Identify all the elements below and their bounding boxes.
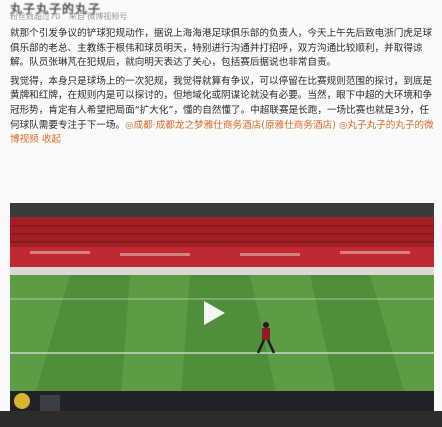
collapse-link[interactable]: 收起 [42, 134, 61, 145]
fans-count: 粉丝数超过70 [10, 12, 61, 21]
post-body: 就那个引发争议的铲球犯规动作，据说上海海港足球俱乐部的负责人，今天上午先后致电浙… [10, 27, 434, 152]
post-paragraph-1: 就那个引发争议的铲球犯规动作，据说上海海港足球俱乐部的负责人，今天上午先后致电浙… [10, 28, 433, 69]
post-meta: 粉丝数超过70 来自 微博视频号 [10, 11, 133, 22]
bottom-edge [0, 411, 442, 427]
post-paragraph-2: 我觉得，本身只是球场上的一次犯规，我觉得就算有争议，可以停留在比赛规则范围的探讨… [10, 75, 434, 148]
post-source[interactable]: 来自 微博视频号 [69, 12, 128, 21]
weibo-post-card: 丸子丸子的丸子 粉丝数超过70 来自 微博视频号 就那个引发争议的铲球犯规动作，… [0, 0, 442, 427]
location-link[interactable]: ◎成都·成都龙之梦雅仕商务酒店(原雅仕商务酒店) [125, 120, 336, 131]
play-icon[interactable] [198, 298, 228, 328]
